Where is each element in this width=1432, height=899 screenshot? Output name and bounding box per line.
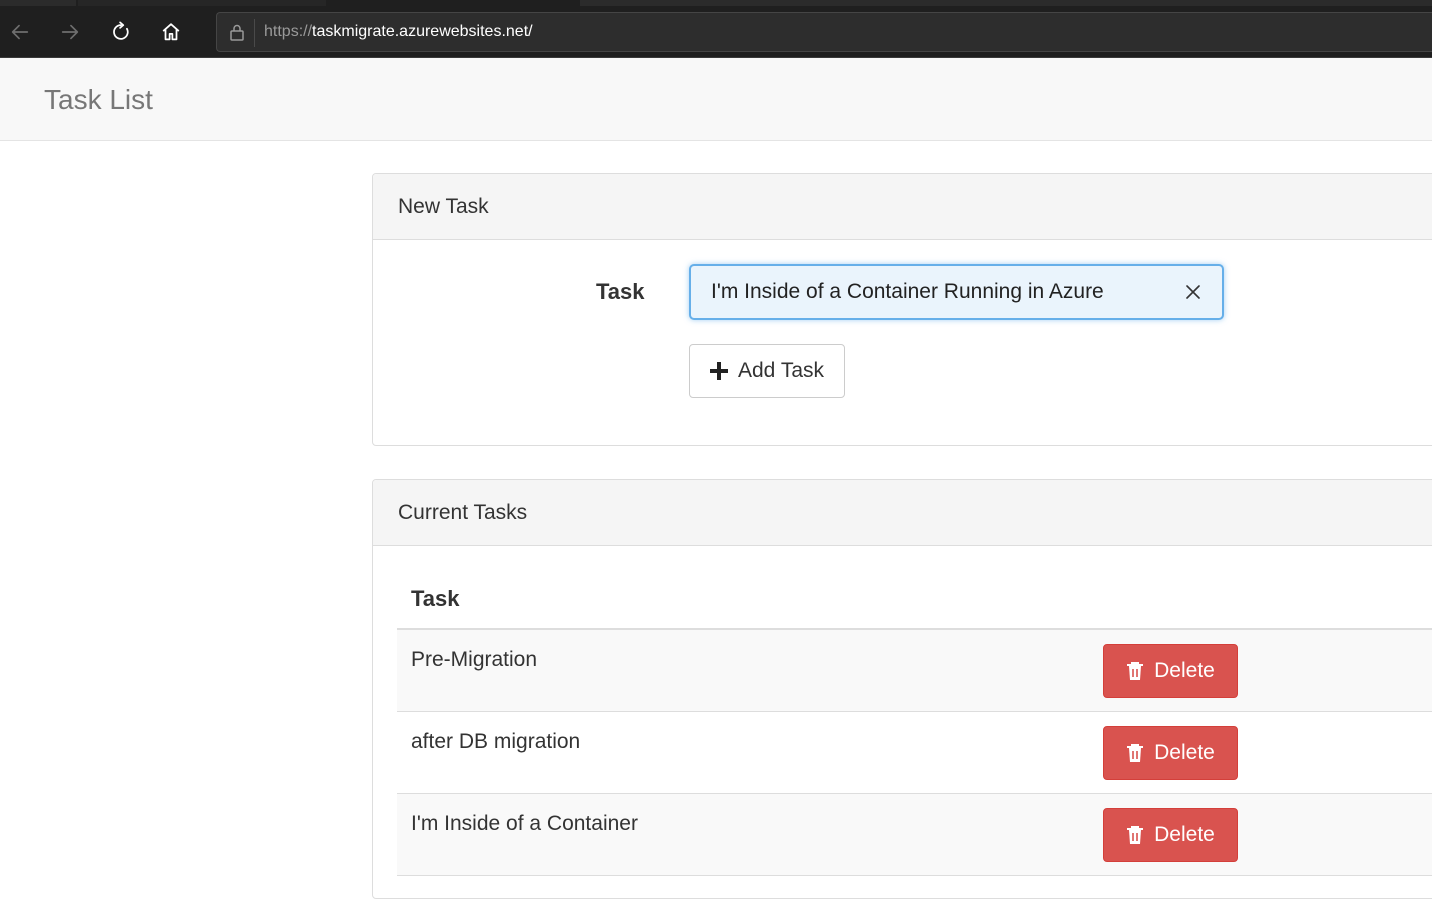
current-tasks-heading: Current Tasks	[373, 480, 1432, 546]
delete-button[interactable]: Delete	[1103, 726, 1238, 780]
navbar: Task List	[0, 58, 1432, 141]
close-icon	[1186, 285, 1200, 299]
back-icon	[11, 24, 29, 40]
address-divider	[254, 19, 255, 47]
new-task-heading: New Task	[373, 174, 1432, 240]
home-button[interactable]	[153, 14, 189, 50]
url-text[interactable]: https://taskmigrate.azurewebsites.net/	[264, 23, 533, 41]
tasks-table: Task Pre-Migration Delete after DB migra…	[397, 570, 1432, 876]
tab[interactable]	[78, 0, 326, 6]
add-task-label: Add Task	[738, 359, 824, 382]
column-header-task: Task	[411, 586, 460, 611]
tab[interactable]	[0, 0, 76, 6]
delete-button[interactable]: Delete	[1103, 808, 1238, 862]
address-bar[interactable]: https://taskmigrate.azurewebsites.net/	[216, 12, 1432, 52]
task-cell: Pre-Migration	[411, 648, 538, 671]
trash-icon	[1127, 662, 1144, 680]
forward-button[interactable]	[52, 14, 88, 50]
table-header: Task	[397, 570, 1432, 630]
refresh-button[interactable]	[103, 14, 139, 50]
forward-icon	[61, 24, 79, 40]
current-tasks-panel: Current Tasks Task Pre-Migration Delete …	[372, 479, 1432, 899]
add-task-button[interactable]: Add Task	[689, 344, 845, 398]
tab[interactable]	[580, 0, 1432, 6]
plus-icon	[710, 362, 728, 380]
table-row: after DB migration Delete	[397, 712, 1432, 794]
task-field-label: Task	[596, 279, 645, 304]
back-button[interactable]	[2, 14, 38, 50]
delete-label: Delete	[1154, 659, 1215, 682]
lock-icon	[230, 24, 244, 41]
delete-label: Delete	[1154, 741, 1215, 764]
url-host: taskmigrate.azurewebsites.net/	[312, 23, 533, 40]
browser-toolbar: https://taskmigrate.azurewebsites.net/	[0, 0, 1432, 58]
task-cell: after DB migration	[411, 730, 581, 753]
new-task-heading-text: New Task	[398, 194, 489, 218]
tab-strip	[0, 0, 1432, 6]
table-row: I'm Inside of a Container Delete	[397, 794, 1432, 876]
task-input[interactable]	[691, 266, 1161, 318]
trash-icon	[1127, 826, 1144, 844]
new-task-panel: New Task Task Add Task	[372, 173, 1432, 446]
home-icon	[162, 23, 180, 41]
table-row: Pre-Migration Delete	[397, 630, 1432, 712]
delete-label: Delete	[1154, 823, 1215, 846]
delete-button[interactable]: Delete	[1103, 644, 1238, 698]
page-title[interactable]: Task List	[44, 84, 153, 116]
current-tasks-heading-text: Current Tasks	[398, 500, 528, 524]
url-scheme: https://	[264, 23, 313, 40]
trash-icon	[1127, 744, 1144, 762]
task-input-wrapper	[689, 264, 1224, 320]
task-cell: I'm Inside of a Container	[411, 812, 638, 835]
refresh-icon	[113, 21, 129, 40]
clear-input-button[interactable]	[1182, 281, 1204, 303]
